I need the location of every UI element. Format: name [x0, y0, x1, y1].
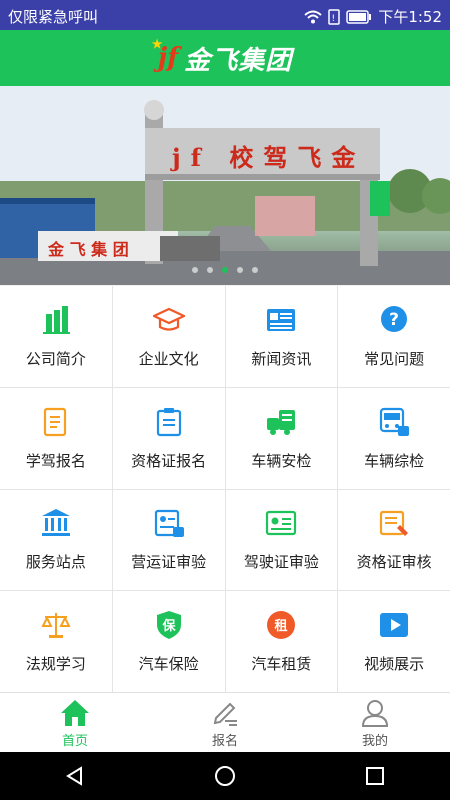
carousel-dots: [0, 267, 450, 273]
signal-icon: !: [328, 8, 341, 25]
carousel-dot[interactable]: [192, 267, 198, 273]
truck-check-icon: [267, 409, 296, 435]
battery-icon: [346, 9, 372, 24]
newspaper-icon: [267, 308, 296, 331]
grid-item-label: 驾驶证审验: [243, 553, 319, 572]
tab-signup[interactable]: 报名: [150, 693, 300, 753]
grid-item-company-intro[interactable]: 公司简介: [0, 286, 112, 387]
grid-item-label: 车辆安检: [251, 451, 312, 470]
grid-item-rental[interactable]: 租 汽车租赁: [225, 591, 338, 692]
shield-icon: 保: [156, 611, 181, 640]
grid-item-service-stations[interactable]: 服务站点: [0, 489, 112, 591]
grid-item-vehicle-inspection[interactable]: 车辆综检: [338, 387, 450, 489]
question-icon: ?: [381, 305, 408, 332]
grid-item-label: 汽车保险: [138, 655, 199, 674]
banner-carousel[interactable]: jf 校驾飞金 金 飞 集 团: [0, 86, 450, 285]
carrier-text: 仅限紧急呼叫: [8, 8, 99, 26]
company-logo: ★ jf: [152, 37, 179, 73]
carousel-dot[interactable]: [252, 267, 258, 273]
grid-item-label: 服务站点: [25, 553, 86, 572]
tab-label: 我的: [361, 733, 388, 749]
grid-item-operation-permit[interactable]: 营运证审验: [112, 489, 225, 591]
grid-item-regulations[interactable]: 法规学习: [0, 591, 112, 692]
carousel-dot-active[interactable]: [222, 267, 228, 273]
tab-home[interactable]: 首页: [0, 693, 150, 753]
grid-item-label: 营运证审验: [131, 553, 207, 572]
svg-text:?: ?: [389, 310, 399, 330]
star-icon: ★: [151, 37, 163, 51]
grid-item-label: 学驾报名: [25, 451, 86, 470]
back-icon[interactable]: [63, 764, 87, 788]
grid-item-vehicle-safety[interactable]: 车辆安检: [225, 387, 338, 489]
id-card-badge-icon: [154, 510, 184, 538]
tab-profile[interactable]: 我的: [300, 693, 450, 753]
clock: 下午1:52: [378, 8, 442, 26]
tab-label: 首页: [61, 733, 88, 749]
graduation-cap-icon: [152, 307, 185, 331]
bank-icon: [41, 509, 70, 537]
tab-label: 报名: [211, 733, 238, 749]
carousel-dot[interactable]: [207, 267, 213, 273]
grid-item-label: 资格证报名: [131, 451, 207, 470]
grid-item-label: 公司简介: [25, 349, 86, 368]
grid-item-license-review[interactable]: 驾驶证审验: [225, 489, 338, 591]
grid-item-insurance[interactable]: 保 汽车保险: [112, 591, 225, 692]
user-icon: [361, 699, 389, 727]
grid-item-news[interactable]: 新闻资讯: [225, 286, 338, 387]
grid-item-label: 视频展示: [364, 655, 425, 674]
id-card-icon: [266, 511, 297, 536]
bus-check-icon: [380, 407, 410, 436]
grid-item-label: 资格证审核: [356, 553, 432, 572]
grid-item-label: 汽车租赁: [251, 655, 312, 674]
play-icon: [380, 613, 409, 638]
svg-text:!: !: [332, 14, 336, 24]
scales-icon: [41, 613, 71, 639]
status-bar: 仅限紧急呼叫 ! 下午1:52: [0, 0, 450, 30]
grid-item-driving-signup[interactable]: 学驾报名: [0, 387, 112, 489]
grid-item-label: 常见问题: [364, 349, 425, 368]
grid-item-qualification-signup[interactable]: 资格证报名: [112, 387, 225, 489]
grid-item-label: 车辆综检: [364, 451, 425, 470]
rental-glyph: 租: [275, 619, 288, 634]
pen-icon: [213, 702, 237, 726]
system-nav-bar: [0, 752, 450, 800]
gate-sign: jf 校驾飞金: [172, 143, 366, 172]
app-header: ★ jf 金飞集团: [0, 30, 450, 86]
grid-item-label: 法规学习: [25, 655, 86, 674]
building-icon: [42, 305, 70, 334]
wifi-icon: [304, 10, 322, 23]
clipboard-icon: [156, 407, 181, 436]
home-circle-icon[interactable]: [213, 764, 237, 788]
edit-form-icon: [43, 407, 66, 436]
grid-item-faq[interactable]: ? 常见问题: [338, 286, 450, 387]
grid-item-label: 企业文化: [138, 349, 199, 368]
insurance-glyph: 保: [161, 618, 176, 634]
status-icons: ! 下午1:52: [304, 6, 442, 27]
recent-apps-icon[interactable]: [363, 764, 387, 788]
bottom-tab-bar: 首页 报名 我的: [0, 692, 450, 753]
wall-sign: 金 飞 集 团: [48, 240, 129, 259]
grid-item-qualification-review[interactable]: 资格证审核: [338, 489, 450, 591]
grid-item-video[interactable]: 视频展示: [338, 591, 450, 692]
certificate-pen-icon: [380, 511, 409, 537]
rent-icon: 租: [267, 611, 296, 640]
function-grid: 公司简介 企业文化 新闻资讯 ? 常见问题 学驾报名 资格证报名 车辆安检 车辆…: [0, 286, 450, 692]
header-title: 金飞集团: [184, 45, 293, 76]
grid-item-label: 新闻资讯: [251, 349, 312, 368]
grid-item-culture[interactable]: 企业文化: [112, 286, 225, 387]
home-icon: [61, 699, 89, 726]
carousel-dot[interactable]: [237, 267, 243, 273]
